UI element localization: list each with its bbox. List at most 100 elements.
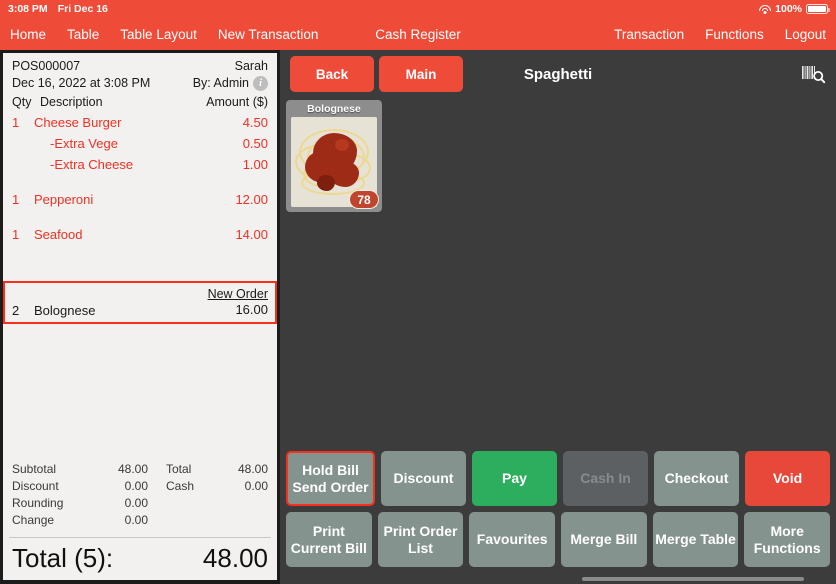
item-description: -Extra Vege <box>50 136 118 151</box>
status-date: Fri Dec 16 <box>57 3 108 15</box>
info-icon[interactable]: i <box>253 76 268 91</box>
totals-label-secondary: Cash <box>166 479 195 493</box>
totals-row: Discount 0.00 Cash 0.00 <box>12 478 268 495</box>
receipt-item-selected[interactable]: 2 Bolognese New Order 16.00 <box>3 281 277 324</box>
totals-value: 0.00 <box>124 479 148 493</box>
item-amount: 14.00 <box>235 227 268 242</box>
totals-value-secondary: 0.00 <box>244 479 268 493</box>
item-qty: 1 <box>12 115 20 130</box>
receipt-item[interactable]: 1 Seafood 14.00 <box>3 224 277 245</box>
grand-total-value: 48.00 <box>202 543 268 573</box>
totals-row: Change 0.00 <box>12 512 268 529</box>
discount-button[interactable]: Discount <box>381 451 466 506</box>
favourites-button[interactable]: Favourites <box>469 512 556 567</box>
battery-percent: 100% <box>775 3 802 15</box>
column-amount: Amount ($) <box>206 95 268 109</box>
order-operator: By: Admin <box>192 76 249 90</box>
receipt-item[interactable]: -Extra Cheese 1.00 <box>3 154 277 175</box>
nav-transaction[interactable]: Transaction <box>614 27 684 42</box>
order-datetime: Dec 16, 2022 at 3:08 PM <box>12 76 151 90</box>
app-navigation-bar: Cash Register Home Table Table Layout Ne… <box>0 18 836 50</box>
more-functions-button[interactable]: More Functions <box>744 512 831 567</box>
nav-home[interactable]: Home <box>10 27 46 42</box>
nav-table-layout[interactable]: Table Layout <box>120 27 197 42</box>
receipt-column-headers: Qty Description Amount ($) <box>3 92 277 112</box>
totals-value: 48.00 <box>117 462 148 476</box>
totals-row: Rounding 0.00 <box>12 495 268 512</box>
receipt-totals: Subtotal 48.00 Total 48.00 Discount 0.00 Cash 0… <box>3 461 277 529</box>
totals-label: Change <box>12 513 55 527</box>
order-number: POS000007 <box>12 59 81 73</box>
totals-value: 0.00 <box>124 496 148 510</box>
merge-table-button[interactable]: Merge Table <box>652 512 739 567</box>
action-row-primary: Hold Bill Send Order Discount Pay Cash In Che… <box>286 451 830 506</box>
nav-logout[interactable]: Logout <box>785 27 826 42</box>
item-description: -Extra Cheese <box>50 157 134 172</box>
receipt-item[interactable]: -Extra Vege 0.50 <box>3 133 277 154</box>
totals-value-secondary: 48.00 <box>237 462 268 476</box>
back-button[interactable]: Back <box>290 56 374 92</box>
nav-left-group: Home Table Table Layout New Transaction <box>10 27 318 42</box>
item-amount: 4.50 <box>242 115 268 130</box>
main-panel: Spaghetti Back Main Bolognese 78 Hold Bil… <box>280 50 836 584</box>
item-qty: 2 <box>12 303 20 318</box>
product-name: Bolognese <box>307 103 361 115</box>
totals-value-secondary <box>206 495 268 512</box>
print-order-list-button[interactable]: Print Order List <box>377 512 464 567</box>
receipt-item[interactable]: 1 Pepperoni 12.00 <box>3 189 277 210</box>
totals-value: 0.00 <box>124 513 148 527</box>
item-qty: 1 <box>12 227 20 242</box>
item-description: Seafood <box>34 227 83 242</box>
receipt-item[interactable]: 1 Cheese Burger 4.50 <box>3 112 277 133</box>
item-description: Cheese Burger <box>34 115 122 130</box>
pay-button[interactable]: Pay <box>472 451 557 506</box>
new-order-tag: New Order <box>207 287 268 301</box>
product-grid[interactable]: Bolognese 78 <box>280 98 836 448</box>
barcode-search-icon[interactable] <box>800 62 826 86</box>
status-bar: 3:08 PM Fri Dec 16 100% <box>0 0 836 18</box>
wifi-icon <box>758 4 771 14</box>
totals-label-secondary <box>148 512 206 529</box>
receipt-header: POS000007 Sarah Dec 16, 2022 at 3:08 PM … <box>3 53 277 92</box>
totals-label: Discount <box>12 479 59 493</box>
cashier-name: Sarah <box>234 59 268 73</box>
totals-value-secondary <box>206 512 268 529</box>
totals-row: Subtotal 48.00 Total 48.00 <box>12 461 268 478</box>
item-qty: 1 <box>12 192 20 207</box>
print-current-bill-button[interactable]: Print Current Bill <box>286 512 372 567</box>
action-row-secondary: Print Current Bill Print Order List Favourit… <box>286 512 831 567</box>
item-amount: 12.00 <box>235 192 268 207</box>
totals-label: Subtotal <box>12 462 57 476</box>
merge-bill-button[interactable]: Merge Bill <box>561 512 647 567</box>
nav-right-group: Transaction Functions Logout <box>614 27 826 42</box>
cash-in-button: Cash In <box>563 451 648 506</box>
receipt-items-list[interactable]: 1 Cheese Burger 4.50 -Extra Vege 0.50 -Extra … <box>3 112 277 461</box>
hold-bill-send-order-button[interactable]: Hold Bill Send Order <box>286 451 375 506</box>
main-button[interactable]: Main <box>379 56 463 92</box>
action-buttons: Hold Bill Send Order Discount Pay Cash In Che… <box>280 448 836 567</box>
totals-label: Rounding <box>12 496 64 510</box>
receipt-panel: POS000007 Sarah Dec 16, 2022 at 3:08 PM … <box>0 50 280 584</box>
nav-new-transaction[interactable]: New Transaction <box>218 27 319 42</box>
status-time: 3:08 PM <box>8 3 48 15</box>
product-toolbar: Spaghetti Back Main <box>280 50 836 98</box>
totals-label-secondary: Total <box>166 462 192 476</box>
item-description: Pepperoni <box>34 192 94 207</box>
item-amount: 0.50 <box>242 136 268 151</box>
item-amount: 1.00 <box>242 157 268 172</box>
product-tile[interactable]: Bolognese 78 <box>286 100 382 212</box>
receipt-grand-total: Total (5): 48.00 <box>9 537 271 580</box>
column-qty: Qty <box>12 95 32 109</box>
battery-icon <box>806 4 830 14</box>
product-quantity-badge: 78 <box>349 190 379 209</box>
grand-total-label: Total (5): <box>12 543 114 573</box>
item-amount: 16.00 <box>235 302 268 317</box>
void-button[interactable]: Void <box>745 451 830 506</box>
nav-table[interactable]: Table <box>67 27 99 42</box>
item-description: Bolognese <box>34 303 96 318</box>
column-desc: Description <box>40 95 103 109</box>
home-indicator <box>582 577 804 581</box>
nav-functions[interactable]: Functions <box>705 27 764 42</box>
checkout-button[interactable]: Checkout <box>654 451 739 506</box>
totals-label-secondary <box>148 495 206 512</box>
